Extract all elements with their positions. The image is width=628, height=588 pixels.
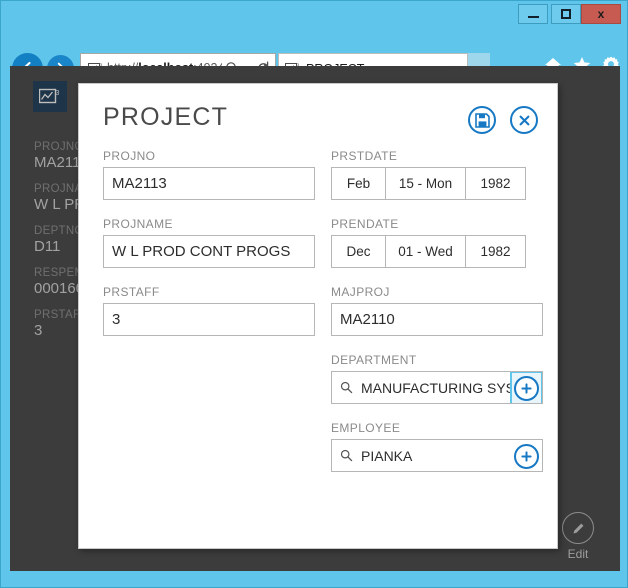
prstdate-year-select[interactable]: 1982 [466, 167, 526, 200]
window-maximize-button[interactable] [551, 4, 581, 24]
field-label: DEPARTMENT [331, 353, 417, 367]
field-majproj: MAJPROJ MA2110 [331, 285, 543, 336]
projno-input[interactable]: MA2113 [103, 167, 315, 200]
minimize-icon [527, 16, 539, 18]
department-value: MANUFACTURING SYST [361, 379, 524, 396]
search-icon [340, 381, 353, 394]
field-label: PRSTAFF [103, 285, 160, 299]
window-titlebar: x [1, 1, 628, 25]
prendate-day-select[interactable]: 01 - Wed [386, 235, 466, 268]
field-prstdate: PRSTDATE Feb 15 - Mon 1982 [331, 149, 543, 200]
browser-toolbar: 3 http://localhost:49246, 3 [1, 25, 628, 84]
prstdate-day-select[interactable]: 15 - Mon [386, 167, 466, 200]
field-label: PROJNAME [103, 217, 173, 231]
field-label: PRENDATE [331, 217, 399, 231]
close-dialog-button[interactable] [510, 106, 538, 134]
department-add-button[interactable] [514, 376, 539, 401]
prstdate-month-select[interactable]: Feb [331, 167, 386, 200]
form-column-left: PROJNO MA2113 PROJNAME W L PROD CONT PRO… [103, 149, 315, 353]
field-label: EMPLOYEE [331, 421, 401, 435]
window-close-button[interactable]: x [581, 4, 621, 24]
browser-window: x 3 http://localhost:49246, [0, 0, 628, 588]
employee-lookup[interactable]: PIANKA [331, 439, 543, 472]
field-employee: EMPLOYEE PIANKA [331, 421, 543, 472]
dialog-header: PROJECT [79, 84, 557, 149]
prstdate-input-group: Feb 15 - Mon 1982 [331, 167, 526, 200]
field-projno: PROJNO MA2113 [103, 149, 315, 200]
plus-icon [521, 383, 532, 394]
prstaff-input[interactable]: 3 [103, 303, 315, 336]
projname-input[interactable]: W L PROD CONT PROGS [103, 235, 315, 268]
employee-add-button[interactable] [514, 444, 539, 469]
search-icon [340, 449, 353, 462]
field-prstaff: PRSTAFF 3 [103, 285, 315, 336]
close-icon: x [597, 7, 605, 21]
dialog-title: PROJECT [103, 103, 229, 131]
prendate-year-select[interactable]: 1982 [466, 235, 526, 268]
field-label: PRSTDATE [331, 149, 398, 163]
employee-value: PIANKA [361, 447, 413, 464]
project-form: PROJNO MA2113 PROJNAME W L PROD CONT PRO… [79, 149, 557, 549]
majproj-input[interactable]: MA2110 [331, 303, 543, 336]
department-lookup[interactable]: MANUFACTURING SYST [331, 371, 543, 404]
save-icon [474, 112, 490, 128]
field-prendate: PRENDATE Dec 01 - Wed 1982 [331, 217, 543, 268]
window-minimize-button[interactable] [518, 4, 548, 24]
prendate-month-select[interactable]: Dec [331, 235, 386, 268]
maximize-icon [561, 9, 571, 19]
field-label: MAJPROJ [331, 285, 390, 299]
plus-icon [521, 451, 532, 462]
prendate-input-group: Dec 01 - Wed 1982 [331, 235, 526, 268]
form-column-right: PRSTDATE Feb 15 - Mon 1982 PRENDATE Dec … [331, 149, 543, 489]
close-icon [519, 115, 529, 125]
project-dialog: PROJECT PROJNO MA2113 PROJNAME W L PROD … [78, 83, 558, 549]
field-department: DEPARTMENT MANUFACTURING SYST [331, 353, 543, 404]
page-viewport: 3 MA2113 PROJNO MA2113 PROJNAME W L PROD… [10, 66, 620, 571]
field-projname: PROJNAME W L PROD CONT PROGS [103, 217, 315, 268]
save-button[interactable] [468, 106, 496, 134]
field-label: PROJNO [103, 149, 156, 163]
